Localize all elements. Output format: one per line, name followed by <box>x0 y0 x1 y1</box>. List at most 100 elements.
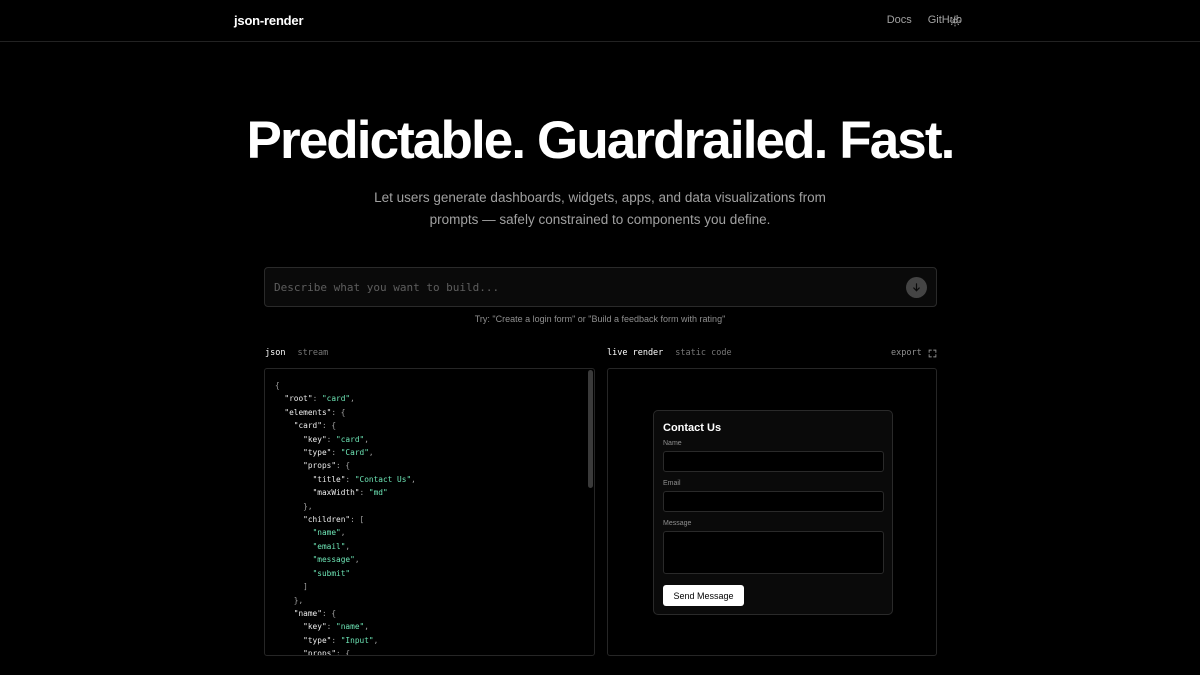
send-message-button[interactable]: Send Message <box>663 585 744 606</box>
json-punct <box>275 408 284 417</box>
json-punct <box>275 488 313 497</box>
prompt-hint: Try: "Create a login form" or "Build a f… <box>474 314 726 324</box>
json-punct: , <box>368 448 374 458</box>
tab-json[interactable]: json <box>265 348 285 358</box>
brand-logo[interactable]: json-render <box>234 13 304 28</box>
code-line: "message", <box>275 553 416 566</box>
prompt-input[interactable] <box>274 277 894 297</box>
hero-subtitle: Let users generate dashboards, widgets, … <box>360 187 840 231</box>
json-key: "type" <box>303 448 332 458</box>
json-punct <box>275 421 294 430</box>
json-string: "Input" <box>340 635 374 645</box>
json-key: "card" <box>293 421 322 431</box>
fullscreen-icon[interactable] <box>928 349 937 358</box>
code-line: "type": "Card", <box>275 446 416 459</box>
sun-icon <box>949 15 961 27</box>
json-punct: ] <box>275 582 308 592</box>
code-line: "key": "name", <box>275 620 416 633</box>
json-key: "title" <box>312 474 346 484</box>
json-punct <box>275 636 303 645</box>
json-scrollbar[interactable] <box>588 370 593 654</box>
json-punct <box>275 435 303 444</box>
code-line: }, <box>275 594 416 607</box>
json-string: "email" <box>312 541 346 551</box>
render-panel-tabs: live render static code <box>607 348 732 358</box>
code-line: "key": "card", <box>275 433 416 446</box>
json-string: "Card" <box>340 448 369 458</box>
prompt-submit-button[interactable] <box>906 277 927 298</box>
json-string: "submit" <box>312 568 351 578</box>
json-string: "name" <box>312 528 341 538</box>
top-nav: json-render Docs GitHub <box>0 0 1200 42</box>
name-field[interactable] <box>663 451 884 472</box>
prompt-box <box>264 267 937 307</box>
nav-link-docs[interactable]: Docs <box>887 14 912 26</box>
code-line: "props": { <box>275 647 416 656</box>
name-label: Name <box>663 440 682 447</box>
json-punct <box>275 461 303 470</box>
code-line: }, <box>275 500 416 513</box>
json-punct <box>275 609 294 618</box>
json-punct: : <box>331 635 341 645</box>
json-punct <box>275 542 313 551</box>
json-key: "name" <box>293 608 322 618</box>
tab-stream[interactable]: stream <box>297 348 328 358</box>
email-field[interactable] <box>663 491 884 512</box>
json-punct <box>275 475 313 484</box>
json-punct: : [ <box>350 515 365 525</box>
json-punct: { <box>275 381 280 390</box>
json-punct: , <box>354 555 360 565</box>
json-key: "type" <box>303 635 332 645</box>
json-punct <box>275 649 303 655</box>
json-string: "name" <box>336 622 365 632</box>
json-punct: : { <box>336 461 351 471</box>
contact-form-card: Contact Us Name Email Message Send Messa… <box>653 410 893 615</box>
json-punct: }, <box>275 595 304 605</box>
json-key: "key" <box>303 434 327 444</box>
export-button[interactable]: export <box>891 348 937 358</box>
json-punct: , <box>340 528 346 538</box>
code-line: "children": [ <box>275 513 416 526</box>
form-title: Contact Us <box>663 422 722 434</box>
json-punct <box>275 555 313 564</box>
json-key: "elements" <box>284 407 332 417</box>
json-string: "message" <box>312 555 355 565</box>
message-field[interactable] <box>663 531 884 574</box>
json-punct: , <box>350 394 355 404</box>
json-key: "maxWidth" <box>312 488 360 498</box>
json-panel-tabs: json stream <box>265 348 328 358</box>
code-line: { <box>275 379 416 392</box>
code-line: "submit" <box>275 567 416 580</box>
code-line: "name", <box>275 526 416 539</box>
hero-subtitle-line-2: prompts — safely constrained to componen… <box>429 212 771 227</box>
json-string: "card" <box>321 394 351 404</box>
json-punct: : <box>326 434 337 444</box>
json-scroll-thumb[interactable] <box>588 370 593 488</box>
json-key: "key" <box>303 622 327 632</box>
json-string: "md" <box>368 488 388 498</box>
json-punct: : { <box>336 649 351 656</box>
json-punct: , <box>364 622 369 632</box>
code-line: "maxWidth": "md" <box>275 486 416 499</box>
json-punct: , <box>364 434 369 444</box>
json-punct: , <box>411 474 416 484</box>
email-label: Email <box>663 480 681 487</box>
json-code-view: { "root": "card", "elements": { "card": … <box>275 379 416 656</box>
json-punct: : { <box>331 407 346 417</box>
json-punct: : <box>345 474 355 484</box>
code-line: "props": { <box>275 459 416 472</box>
json-punct: : <box>359 488 369 498</box>
json-punct: : <box>326 622 337 632</box>
theme-toggle-button[interactable] <box>948 14 962 28</box>
code-line: "type": "Input", <box>275 634 416 647</box>
json-panel: { "root": "card", "elements": { "card": … <box>264 368 595 656</box>
json-punct: , <box>373 635 379 645</box>
code-line: "elements": { <box>275 406 416 419</box>
tab-static-code[interactable]: static code <box>675 348 731 358</box>
json-punct <box>275 528 313 537</box>
tab-live-render[interactable]: live render <box>607 348 663 358</box>
hero-subtitle-line-1: Let users generate dashboards, widgets, … <box>374 190 826 205</box>
message-label: Message <box>663 520 692 527</box>
export-label: export <box>891 348 922 358</box>
json-string: "Contact Us" <box>354 474 412 484</box>
